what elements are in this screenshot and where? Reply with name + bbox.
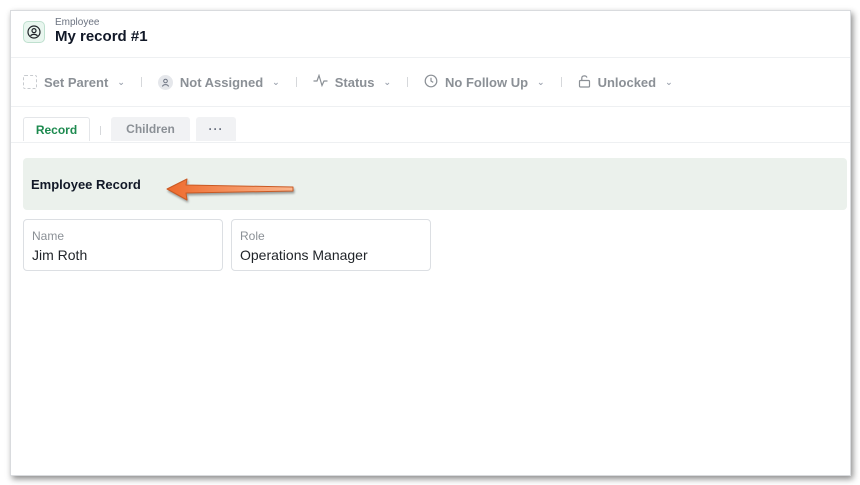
chevron-down-icon: ⌄ — [117, 76, 125, 87]
status-label: Status — [334, 74, 375, 90]
role-field-label: Role — [240, 229, 265, 243]
assignee-label: Not Assigned — [179, 74, 264, 90]
record-header: Employee My record #1 — [11, 11, 850, 58]
user-icon — [157, 74, 173, 90]
follow-up-button[interactable]: No Follow Up ⌄ — [424, 74, 545, 91]
lock-button[interactable]: Unlocked ⌄ — [578, 74, 673, 91]
section-title: Employee Record — [31, 177, 141, 192]
unlock-icon — [578, 74, 591, 91]
chevron-down-icon: ⌄ — [537, 76, 545, 87]
activity-icon — [313, 73, 328, 90]
more-tabs-button[interactable]: ··· — [196, 117, 236, 141]
tab-children[interactable]: Children — [111, 117, 190, 141]
set-parent-label: Set Parent — [44, 74, 109, 90]
user-circle-icon — [23, 21, 45, 43]
follow-up-label: No Follow Up — [445, 74, 529, 90]
record-window: Employee My record #1 Set Parent ⌄ Not A… — [10, 10, 851, 476]
status-button[interactable]: Status ⌄ — [313, 73, 391, 90]
name-field-value: Jim Roth — [32, 247, 88, 263]
tab-record[interactable]: Record — [23, 117, 90, 141]
toolbar-divider — [140, 77, 142, 87]
chevron-down-icon: ⌄ — [665, 76, 673, 87]
assignee-button[interactable]: Not Assigned ⌄ — [157, 74, 280, 90]
record-toolbar: Set Parent ⌄ Not Assigned ⌄ Status ⌄ No … — [11, 58, 850, 107]
name-field-label: Name — [32, 229, 65, 243]
clock-icon — [424, 74, 438, 91]
toolbar-divider — [407, 77, 408, 87]
page-title: My record #1 — [55, 28, 148, 45]
section-header: Employee Record — [23, 158, 847, 210]
role-field[interactable]: Role Operations Manager — [231, 219, 431, 271]
lock-label: Unlocked — [597, 74, 657, 90]
toolbar-divider — [560, 77, 562, 87]
parent-placeholder-icon — [23, 75, 37, 89]
toolbar-divider — [295, 77, 297, 87]
set-parent-button[interactable]: Set Parent ⌄ — [23, 75, 125, 90]
role-field-value: Operations Manager — [240, 247, 368, 263]
name-field[interactable]: Name Jim Roth — [23, 219, 223, 271]
record-tabs: Record Children ··· — [11, 108, 850, 143]
tab-divider — [100, 126, 101, 135]
chevron-down-icon: ⌄ — [272, 76, 280, 87]
record-type-label: Employee — [55, 17, 100, 28]
chevron-down-icon: ⌄ — [383, 76, 391, 87]
